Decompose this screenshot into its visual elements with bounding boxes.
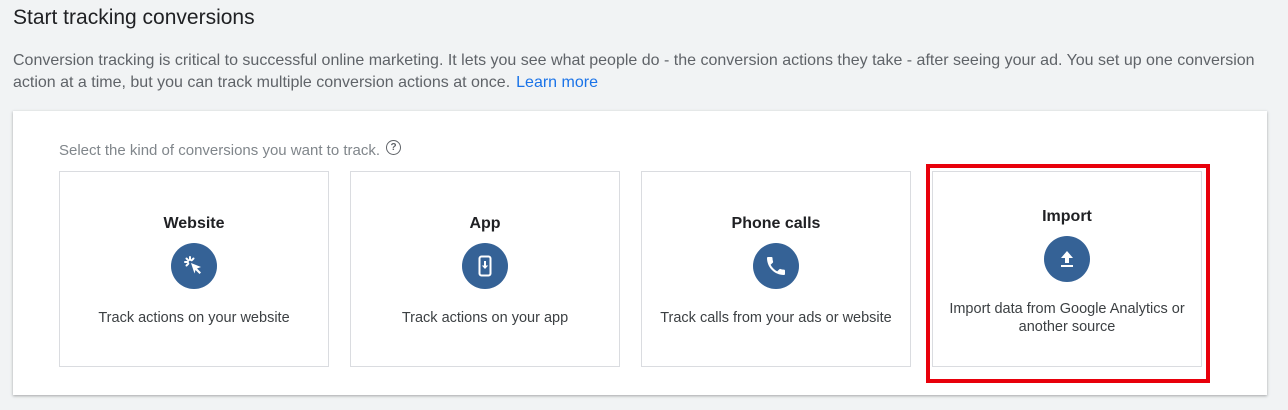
- card-description: Track calls from your ads or website: [660, 310, 892, 326]
- card-import[interactable]: Import Import data from Google Analytics…: [932, 171, 1202, 367]
- card-app[interactable]: App Track actions on your app: [350, 171, 620, 367]
- card-description: Track actions on your website: [98, 310, 290, 326]
- cursor-click-icon: [171, 243, 217, 289]
- card-title: Import: [1042, 208, 1092, 225]
- phone-icon: [753, 243, 799, 289]
- upload-icon: [1044, 236, 1090, 282]
- card-description: Import data from Google Analytics or ano…: [949, 301, 1185, 335]
- selector-prompt: Select the kind of conversions you want …: [59, 140, 401, 159]
- card-website[interactable]: Website Track actions on your website: [59, 171, 329, 367]
- card-title: App: [469, 215, 501, 232]
- conversion-type-panel: Select the kind of conversions you want …: [13, 111, 1267, 395]
- intro-text: Conversion tracking is critical to succe…: [13, 50, 1278, 94]
- card-title: Website: [163, 215, 225, 232]
- card-title: Phone calls: [731, 215, 821, 232]
- phone-download-icon: [462, 243, 508, 289]
- page-title: Start tracking conversions: [13, 6, 255, 29]
- intro-paragraph: Conversion tracking is critical to succe…: [13, 52, 1255, 91]
- card-phone-calls[interactable]: Phone calls Track calls from your ads or…: [641, 171, 911, 367]
- help-icon[interactable]: ?: [386, 140, 401, 155]
- card-description: Track actions on your app: [401, 310, 569, 326]
- learn-more-link[interactable]: Learn more: [516, 74, 598, 91]
- selector-prompt-text: Select the kind of conversions you want …: [59, 142, 380, 159]
